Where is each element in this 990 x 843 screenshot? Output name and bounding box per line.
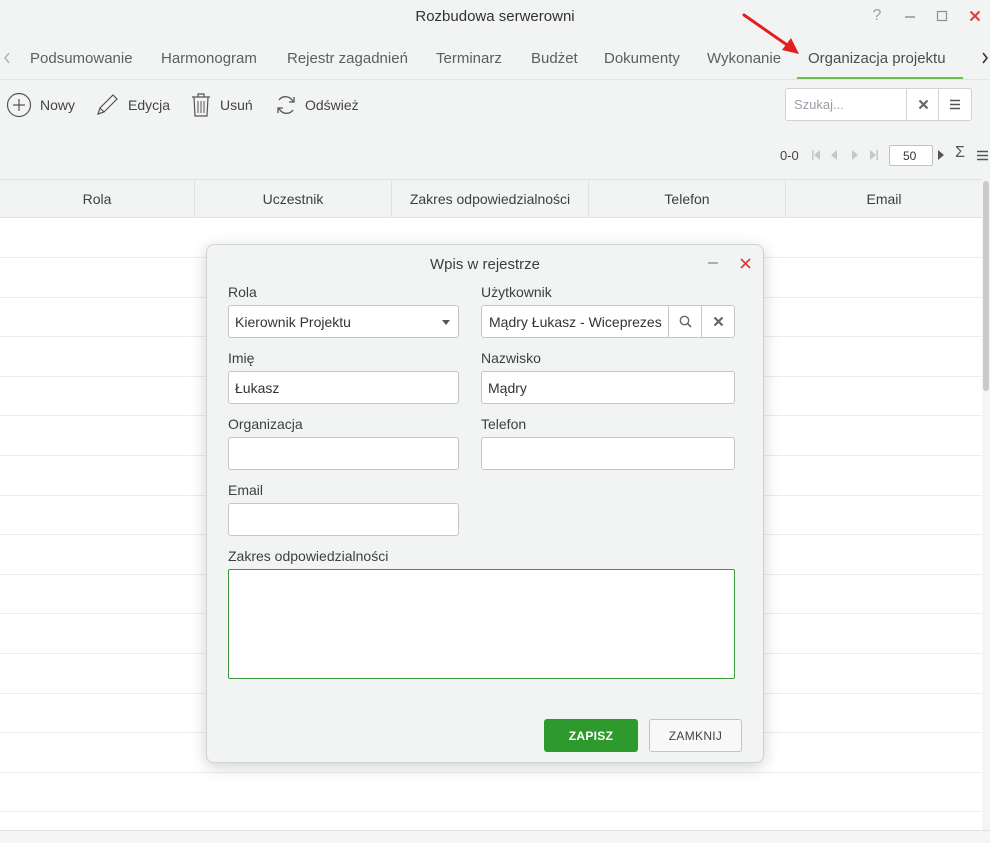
column-header-email[interactable]: Email <box>786 180 982 217</box>
last-name-input[interactable] <box>481 371 735 404</box>
last-name-label: Nazwisko <box>481 350 541 366</box>
hamburger-icon <box>950 99 960 110</box>
delete-button[interactable]: Usuń <box>190 92 253 118</box>
help-button[interactable]: ? <box>866 5 888 27</box>
sum-icon[interactable]: Σ <box>955 144 965 162</box>
row-separator <box>0 811 982 812</box>
user-lookup-field[interactable]: Mądry Łukasz - Wiceprezes <box>481 305 735 338</box>
phone-input[interactable] <box>481 437 735 470</box>
dialog-title: Wpis w rejestrze <box>429 256 541 273</box>
first-name-label: Imię <box>228 350 255 366</box>
minimize-button[interactable] <box>899 5 921 27</box>
delete-button-label: Usuń <box>220 97 253 113</box>
search-box <box>785 88 972 121</box>
tab-organizacja-projektu[interactable]: Organizacja projektu <box>808 50 946 67</box>
clear-icon <box>918 99 928 110</box>
caret-down-icon <box>442 320 450 325</box>
save-button[interactable]: ZAPISZ <box>544 719 638 752</box>
tab-harmonogram[interactable]: Harmonogram <box>161 50 257 67</box>
dialog-close-button[interactable] <box>735 253 755 273</box>
close-icon <box>969 10 981 22</box>
vertical-scrollbar[interactable] <box>982 179 990 830</box>
next-page-icon[interactable] <box>851 149 859 161</box>
minimize-icon <box>905 16 915 18</box>
chevron-left-icon <box>4 52 10 64</box>
role-select[interactable]: Kierownik Projektu <box>228 305 459 338</box>
chevron-right-icon <box>982 52 989 64</box>
organization-input[interactable] <box>228 437 459 470</box>
refresh-icon <box>277 96 295 114</box>
refresh-button-label: Odśwież <box>305 97 359 113</box>
column-header-rola[interactable]: Rola <box>0 180 195 217</box>
page-size-input[interactable]: 50 <box>889 145 933 166</box>
new-button[interactable]: Nowy <box>6 92 75 118</box>
page-size-dropdown-icon[interactable] <box>937 149 945 161</box>
close-window-button[interactable] <box>964 5 986 27</box>
edit-button-label: Edycja <box>128 97 171 113</box>
user-label: Użytkownik <box>481 284 552 300</box>
new-button-label: Nowy <box>40 97 76 113</box>
refresh-button[interactable]: Odśwież <box>275 92 359 118</box>
phone-label: Telefon <box>481 416 527 432</box>
column-header-telefon[interactable]: Telefon <box>589 180 786 217</box>
search-menu-button[interactable] <box>938 89 971 120</box>
active-tab-indicator <box>797 77 963 79</box>
role-label: Rola <box>228 284 257 300</box>
dialog-minimize-button[interactable] <box>703 253 723 273</box>
maximize-button[interactable] <box>931 5 953 27</box>
help-icon: ? <box>872 7 882 24</box>
pencil-icon <box>97 94 118 115</box>
user-lookup-value: Mądry Łukasz - Wiceprezes <box>489 314 662 330</box>
window-titlebar: Rozbudowa serwerowni ? <box>0 0 990 38</box>
role-select-value: Kierownik Projektu <box>235 314 351 330</box>
previous-page-icon[interactable] <box>830 149 838 161</box>
column-header-zakres[interactable]: Zakres odpowiedzialności <box>392 180 589 217</box>
tab-dokumenty[interactable]: Dokumenty <box>604 50 680 67</box>
email-input[interactable] <box>228 503 459 536</box>
register-entry-dialog: Wpis w rejestrze Rola Kierownik Projektu… <box>206 244 764 763</box>
user-clear-button[interactable] <box>701 306 734 337</box>
window-title: Rozbudowa serwerowni <box>415 8 575 25</box>
close-dialog-button[interactable]: ZAMKNIJ <box>649 719 742 752</box>
column-header-uczestnik[interactable]: Uczestnik <box>195 180 392 217</box>
tabs-scroll-left-button[interactable] <box>0 48 14 68</box>
minimize-icon <box>708 262 718 264</box>
tab-rejestr-zagadnien[interactable]: Rejestr zagadnień <box>287 50 408 67</box>
close-icon <box>739 257 751 269</box>
tab-budzet[interactable]: Budżet <box>531 50 578 67</box>
tab-podsumowanie[interactable]: Podsumowanie <box>30 50 133 67</box>
clear-icon <box>713 316 723 327</box>
tabs-scroll-right-button[interactable] <box>978 48 990 68</box>
tab-bar: Podsumowanie Harmonogram Rejestr zagadni… <box>0 38 990 80</box>
trash-icon <box>192 93 210 117</box>
organization-label: Organizacja <box>228 416 303 432</box>
grid-header: Rola Uczestnik Zakres odpowiedzialności … <box>0 179 982 218</box>
edit-button[interactable]: Edycja <box>94 92 170 118</box>
tab-wykonanie[interactable]: Wykonanie <box>707 50 781 67</box>
first-page-icon[interactable] <box>811 149 821 161</box>
tab-terminarz[interactable]: Terminarz <box>436 50 502 67</box>
horizontal-scrollbar[interactable] <box>0 830 990 843</box>
scope-label: Zakres odpowiedzialności <box>228 548 389 564</box>
plus-circle-icon <box>6 92 32 118</box>
last-page-icon[interactable] <box>869 149 879 161</box>
first-name-input[interactable] <box>228 371 459 404</box>
row-separator <box>0 772 982 773</box>
maximize-icon <box>936 10 948 22</box>
email-label: Email <box>228 482 264 498</box>
search-input[interactable] <box>786 89 906 120</box>
clear-search-button[interactable] <box>906 89 939 120</box>
user-search-button[interactable] <box>668 306 701 337</box>
search-icon <box>679 315 692 328</box>
toolbar: Nowy Edycja Usuń Odśwież 0-0 50 Σ <box>0 80 990 179</box>
pager-range: 0-0 <box>780 147 799 163</box>
grid-menu-icon[interactable] <box>976 150 989 161</box>
scrollbar-thumb[interactable] <box>983 181 989 391</box>
scope-textarea[interactable] <box>228 569 735 679</box>
